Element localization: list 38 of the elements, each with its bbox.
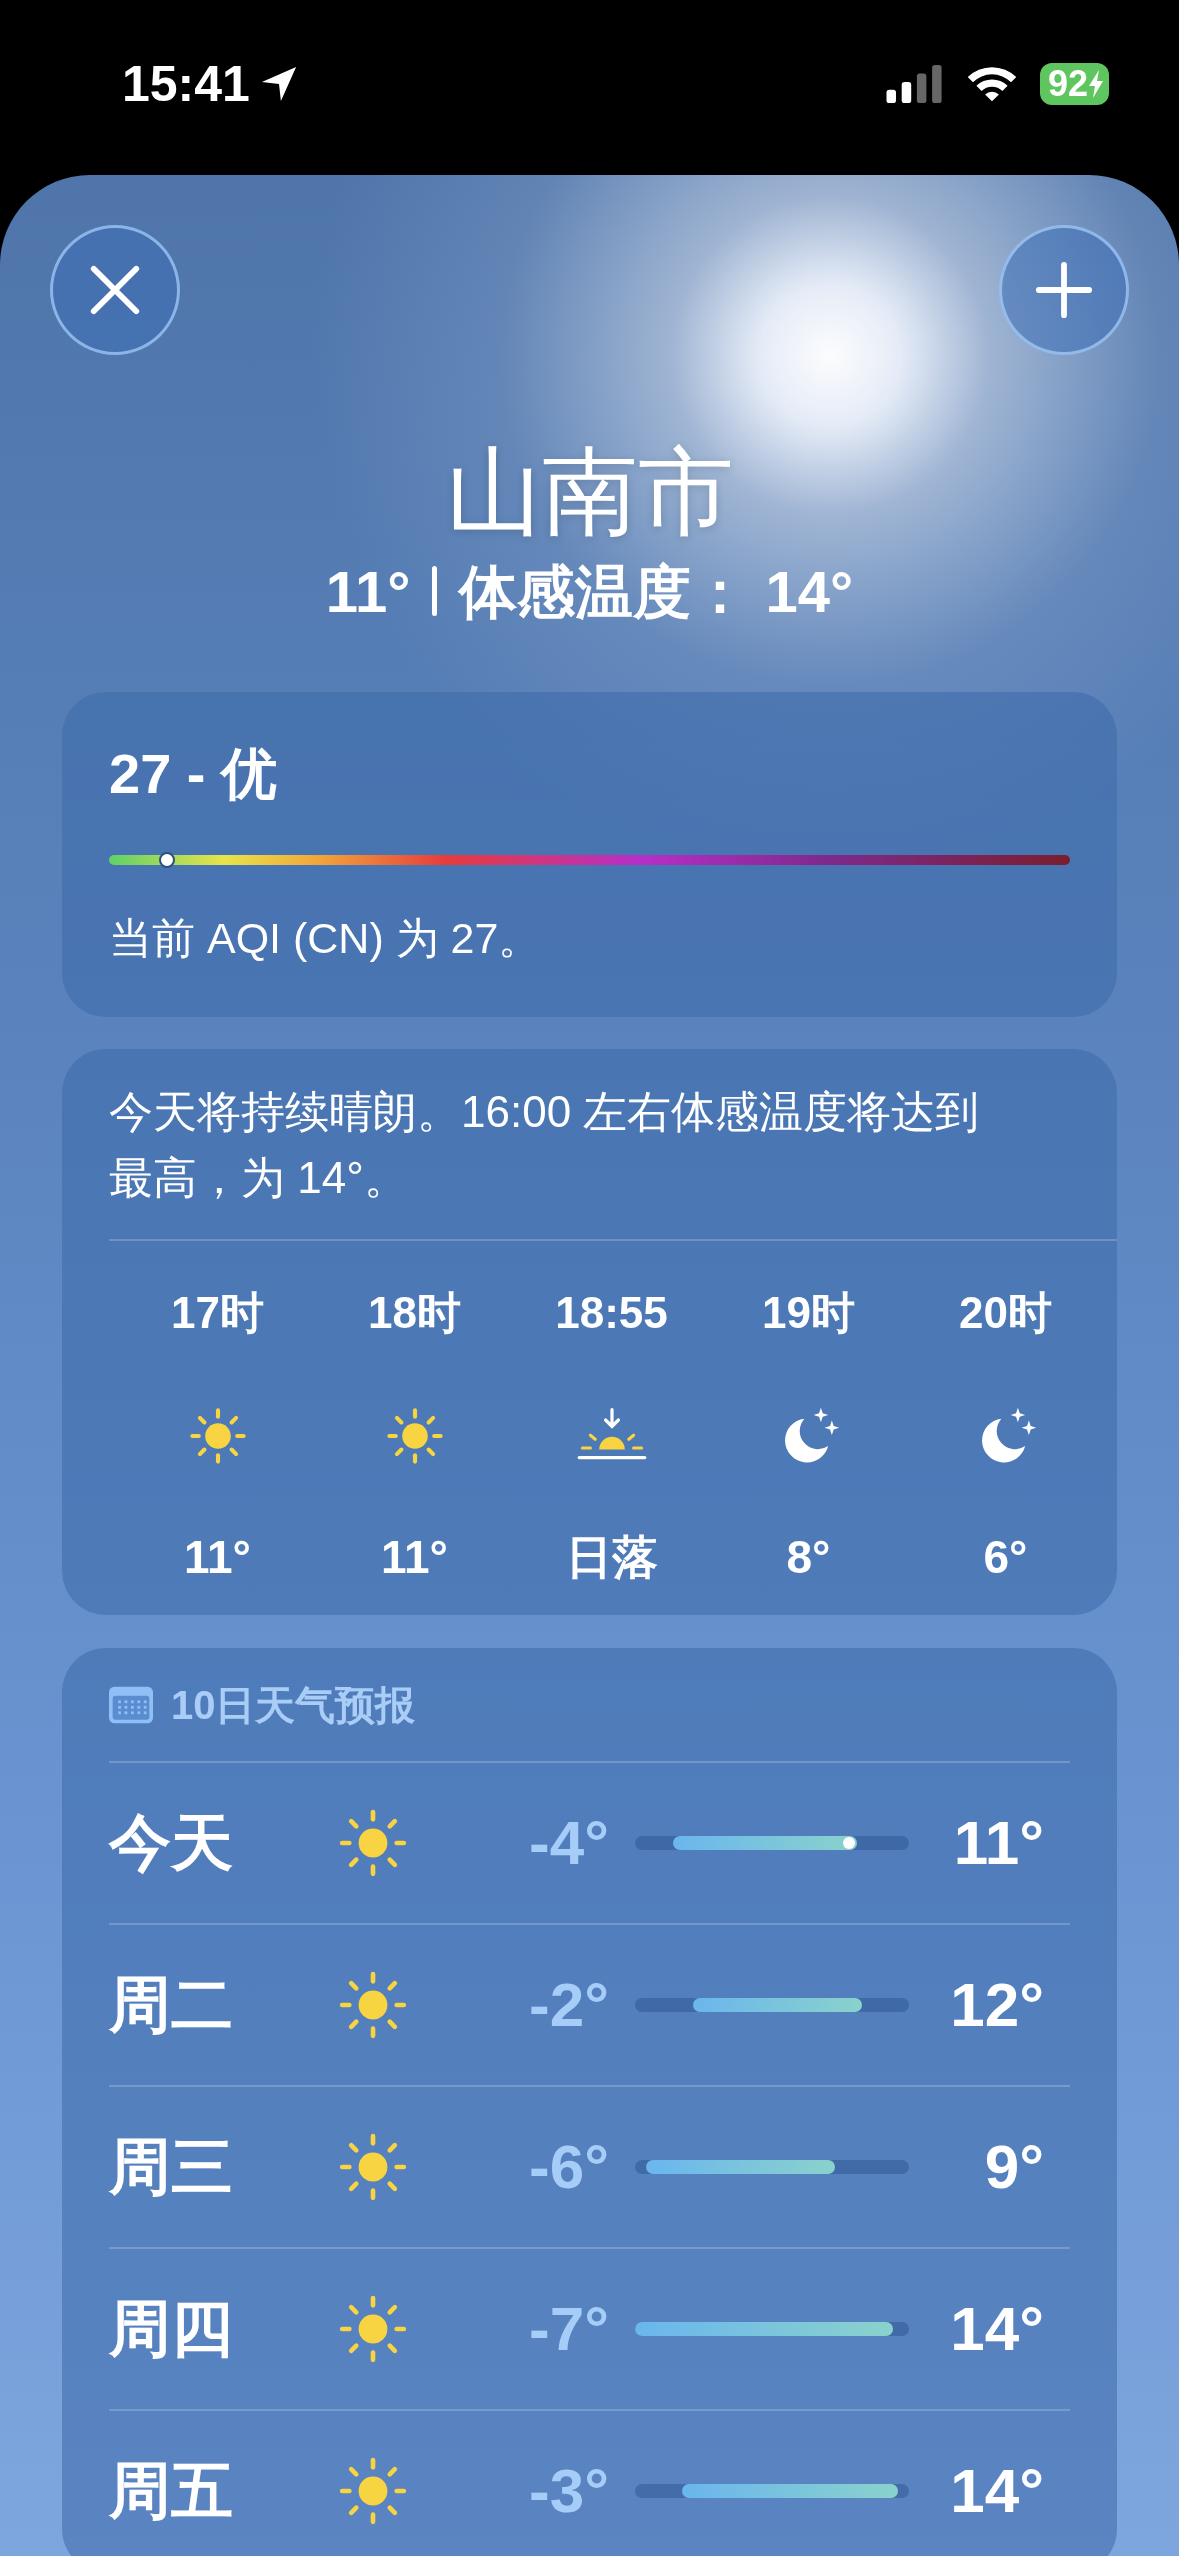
low-temperature: -7° [528,2293,609,2365]
low-temperature: -4° [528,1807,609,1879]
battery-indicator: 92 [1039,62,1109,105]
day-label: 今天 [109,1806,234,1879]
aqi-description: 当前 AQI (CN) 为 27。 [109,913,543,965]
hour-temperature: 11° [184,1529,251,1585]
signal-icon [885,64,944,103]
high-temperature: 9° [983,2131,1044,2203]
high-temperature: 12° [949,1969,1044,2041]
day-label: 周三 [109,2130,234,2203]
forecast-summary: 今天将持续晴朗。16:00 左右体感温度将达到最高，为 14°。 [109,1085,981,1204]
charging-bolt-icon [1089,69,1103,98]
hour-label: 17时 [171,1286,264,1339]
low-temperature: -6° [528,2131,609,2203]
hour-label: 18:55 [555,1286,668,1339]
high-temperature: 14° [949,2455,1044,2527]
high-temperature: 14° [949,2293,1044,2365]
hour-temperature: 8° [786,1529,831,1585]
feels-like-temperature: 体感温度： 14° [459,557,854,626]
day-label: 周四 [109,2292,234,2365]
hour-label: 20时 [959,1286,1052,1339]
forecast-title: 10日天气预报 [171,1681,416,1729]
low-temperature: -3° [528,2455,609,2527]
plus-icon [1035,261,1093,319]
high-temperature: 11° [952,1807,1044,1879]
hour-temperature: 11° [381,1529,448,1585]
clock-time: 15:41 [122,54,250,113]
calendar-icon [109,1686,153,1725]
day-label: 周五 [109,2454,234,2527]
hour-label: 18时 [368,1286,461,1339]
hour-label: 19时 [762,1286,855,1339]
hour-temperature: 6° [983,1529,1028,1585]
day-label: 周二 [109,1968,234,2041]
aqi-reading: 27 - 优 [109,741,279,808]
low-temperature: -2° [528,1969,609,2041]
hour-temperature: 日落 [565,1529,658,1585]
city-name: 山南市 [444,439,735,545]
current-temperature: 11° [325,557,411,626]
